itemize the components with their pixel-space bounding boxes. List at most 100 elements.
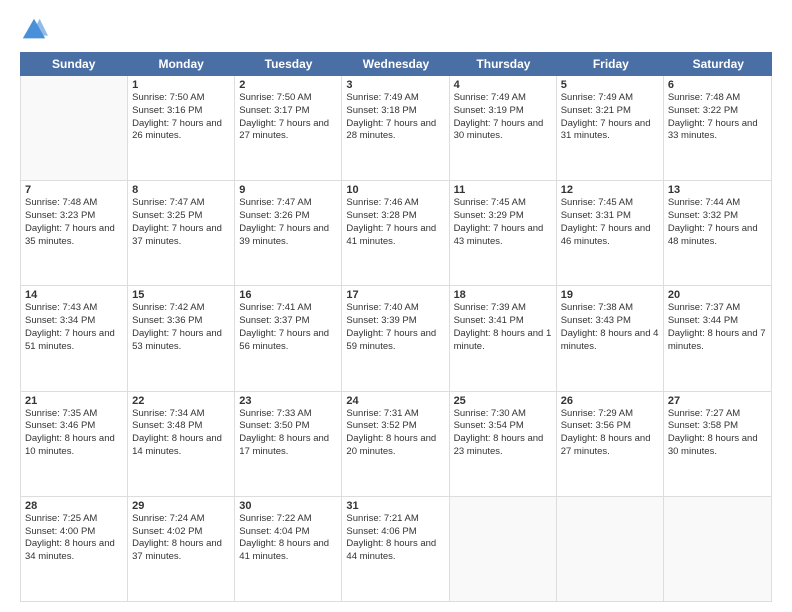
calendar-cell: 20Sunrise: 7:37 AMSunset: 3:44 PMDayligh…	[664, 286, 771, 390]
sunrise: Sunrise: 7:27 AM	[668, 408, 767, 421]
daylight: Daylight: 8 hours and 44 minutes.	[346, 538, 444, 564]
calendar-header-cell: Thursday	[450, 52, 557, 76]
daylight: Daylight: 7 hours and 26 minutes.	[132, 118, 230, 144]
calendar-row: 28Sunrise: 7:25 AMSunset: 4:00 PMDayligh…	[21, 497, 771, 601]
calendar-cell: 1Sunrise: 7:50 AMSunset: 3:16 PMDaylight…	[128, 76, 235, 180]
calendar-cell: 18Sunrise: 7:39 AMSunset: 3:41 PMDayligh…	[450, 286, 557, 390]
sunset: Sunset: 3:48 PM	[132, 420, 230, 433]
calendar-header-cell: Friday	[557, 52, 664, 76]
sunset: Sunset: 3:58 PM	[668, 420, 767, 433]
sunrise: Sunrise: 7:22 AM	[239, 513, 337, 526]
sunrise: Sunrise: 7:21 AM	[346, 513, 444, 526]
day-number: 18	[454, 289, 552, 301]
sunset: Sunset: 3:41 PM	[454, 315, 552, 328]
calendar-header-cell: Tuesday	[235, 52, 342, 76]
calendar-cell	[557, 497, 664, 601]
sunrise: Sunrise: 7:29 AM	[561, 408, 659, 421]
calendar-cell: 13Sunrise: 7:44 AMSunset: 3:32 PMDayligh…	[664, 181, 771, 285]
sunset: Sunset: 4:04 PM	[239, 526, 337, 539]
daylight: Daylight: 8 hours and 41 minutes.	[239, 538, 337, 564]
sunset: Sunset: 3:25 PM	[132, 210, 230, 223]
sunrise: Sunrise: 7:42 AM	[132, 302, 230, 315]
daylight: Daylight: 8 hours and 34 minutes.	[25, 538, 123, 564]
calendar-cell: 21Sunrise: 7:35 AMSunset: 3:46 PMDayligh…	[21, 392, 128, 496]
calendar-cell	[21, 76, 128, 180]
calendar-cell: 31Sunrise: 7:21 AMSunset: 4:06 PMDayligh…	[342, 497, 449, 601]
sunrise: Sunrise: 7:31 AM	[346, 408, 444, 421]
header	[20, 16, 772, 44]
calendar-header-cell: Sunday	[20, 52, 127, 76]
sunset: Sunset: 3:28 PM	[346, 210, 444, 223]
day-number: 15	[132, 289, 230, 301]
calendar-cell: 29Sunrise: 7:24 AMSunset: 4:02 PMDayligh…	[128, 497, 235, 601]
calendar-body: 1Sunrise: 7:50 AMSunset: 3:16 PMDaylight…	[21, 76, 771, 601]
calendar-cell: 30Sunrise: 7:22 AMSunset: 4:04 PMDayligh…	[235, 497, 342, 601]
day-number: 20	[668, 289, 767, 301]
day-number: 27	[668, 395, 767, 407]
calendar-cell: 26Sunrise: 7:29 AMSunset: 3:56 PMDayligh…	[557, 392, 664, 496]
calendar-cell: 4Sunrise: 7:49 AMSunset: 3:19 PMDaylight…	[450, 76, 557, 180]
daylight: Daylight: 8 hours and 4 minutes.	[561, 328, 659, 354]
sunset: Sunset: 3:23 PM	[25, 210, 123, 223]
day-number: 31	[346, 500, 444, 512]
calendar-cell: 7Sunrise: 7:48 AMSunset: 3:23 PMDaylight…	[21, 181, 128, 285]
sunset: Sunset: 3:43 PM	[561, 315, 659, 328]
calendar-cell: 5Sunrise: 7:49 AMSunset: 3:21 PMDaylight…	[557, 76, 664, 180]
daylight: Daylight: 7 hours and 27 minutes.	[239, 118, 337, 144]
day-number: 30	[239, 500, 337, 512]
daylight: Daylight: 7 hours and 59 minutes.	[346, 328, 444, 354]
sunset: Sunset: 3:50 PM	[239, 420, 337, 433]
calendar-row: 1Sunrise: 7:50 AMSunset: 3:16 PMDaylight…	[21, 76, 771, 181]
daylight: Daylight: 8 hours and 14 minutes.	[132, 433, 230, 459]
day-number: 19	[561, 289, 659, 301]
day-number: 9	[239, 184, 337, 196]
calendar-row: 14Sunrise: 7:43 AMSunset: 3:34 PMDayligh…	[21, 286, 771, 391]
sunrise: Sunrise: 7:39 AM	[454, 302, 552, 315]
sunrise: Sunrise: 7:38 AM	[561, 302, 659, 315]
sunset: Sunset: 3:46 PM	[25, 420, 123, 433]
calendar-cell: 2Sunrise: 7:50 AMSunset: 3:17 PMDaylight…	[235, 76, 342, 180]
sunrise: Sunrise: 7:43 AM	[25, 302, 123, 315]
day-number: 5	[561, 79, 659, 91]
sunrise: Sunrise: 7:40 AM	[346, 302, 444, 315]
day-number: 8	[132, 184, 230, 196]
sunset: Sunset: 3:21 PM	[561, 105, 659, 118]
sunrise: Sunrise: 7:44 AM	[668, 197, 767, 210]
sunrise: Sunrise: 7:49 AM	[454, 92, 552, 105]
sunrise: Sunrise: 7:45 AM	[454, 197, 552, 210]
sunset: Sunset: 3:44 PM	[668, 315, 767, 328]
daylight: Daylight: 7 hours and 43 minutes.	[454, 223, 552, 249]
sunrise: Sunrise: 7:24 AM	[132, 513, 230, 526]
calendar-cell: 16Sunrise: 7:41 AMSunset: 3:37 PMDayligh…	[235, 286, 342, 390]
daylight: Daylight: 7 hours and 31 minutes.	[561, 118, 659, 144]
sunrise: Sunrise: 7:49 AM	[346, 92, 444, 105]
calendar-row: 21Sunrise: 7:35 AMSunset: 3:46 PMDayligh…	[21, 392, 771, 497]
calendar-cell: 22Sunrise: 7:34 AMSunset: 3:48 PMDayligh…	[128, 392, 235, 496]
day-number: 22	[132, 395, 230, 407]
daylight: Daylight: 7 hours and 56 minutes.	[239, 328, 337, 354]
sunrise: Sunrise: 7:30 AM	[454, 408, 552, 421]
daylight: Daylight: 7 hours and 33 minutes.	[668, 118, 767, 144]
daylight: Daylight: 7 hours and 51 minutes.	[25, 328, 123, 354]
sunrise: Sunrise: 7:50 AM	[239, 92, 337, 105]
logo	[20, 16, 52, 44]
day-number: 2	[239, 79, 337, 91]
calendar-cell: 25Sunrise: 7:30 AMSunset: 3:54 PMDayligh…	[450, 392, 557, 496]
sunset: Sunset: 3:22 PM	[668, 105, 767, 118]
calendar-cell: 24Sunrise: 7:31 AMSunset: 3:52 PMDayligh…	[342, 392, 449, 496]
day-number: 4	[454, 79, 552, 91]
day-number: 13	[668, 184, 767, 196]
sunrise: Sunrise: 7:33 AM	[239, 408, 337, 421]
sunrise: Sunrise: 7:47 AM	[239, 197, 337, 210]
daylight: Daylight: 7 hours and 30 minutes.	[454, 118, 552, 144]
calendar-cell: 6Sunrise: 7:48 AMSunset: 3:22 PMDaylight…	[664, 76, 771, 180]
calendar-row: 7Sunrise: 7:48 AMSunset: 3:23 PMDaylight…	[21, 181, 771, 286]
calendar-cell: 15Sunrise: 7:42 AMSunset: 3:36 PMDayligh…	[128, 286, 235, 390]
sunset: Sunset: 3:37 PM	[239, 315, 337, 328]
sunset: Sunset: 4:02 PM	[132, 526, 230, 539]
sunrise: Sunrise: 7:34 AM	[132, 408, 230, 421]
day-number: 23	[239, 395, 337, 407]
daylight: Daylight: 7 hours and 41 minutes.	[346, 223, 444, 249]
calendar-body-wrapper: 1Sunrise: 7:50 AMSunset: 3:16 PMDaylight…	[20, 76, 772, 602]
daylight: Daylight: 8 hours and 30 minutes.	[668, 433, 767, 459]
